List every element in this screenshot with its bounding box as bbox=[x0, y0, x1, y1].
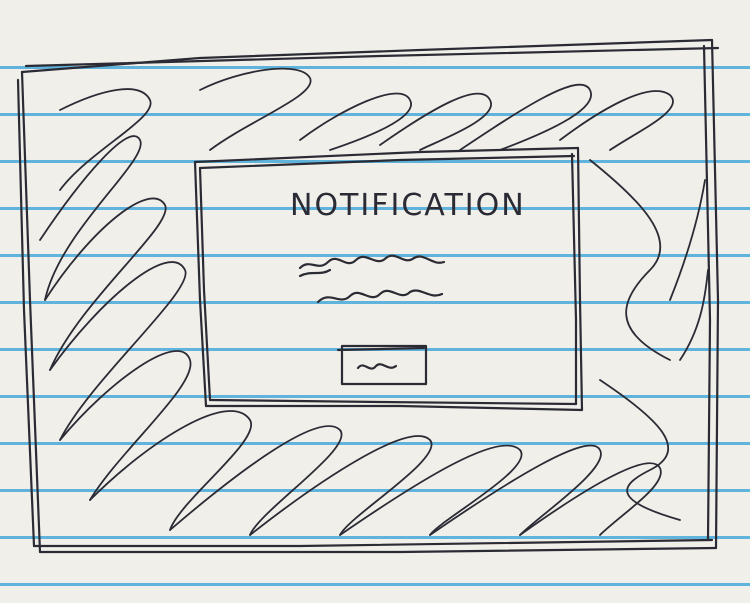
backdrop-overlay-scribble bbox=[39, 67, 709, 536]
dismiss-button[interactable] bbox=[340, 344, 428, 386]
wireframe-sketch bbox=[16, 38, 720, 554]
squiggle-text-icon bbox=[298, 254, 446, 304]
notification-title: NOTIFICATION bbox=[290, 188, 526, 223]
